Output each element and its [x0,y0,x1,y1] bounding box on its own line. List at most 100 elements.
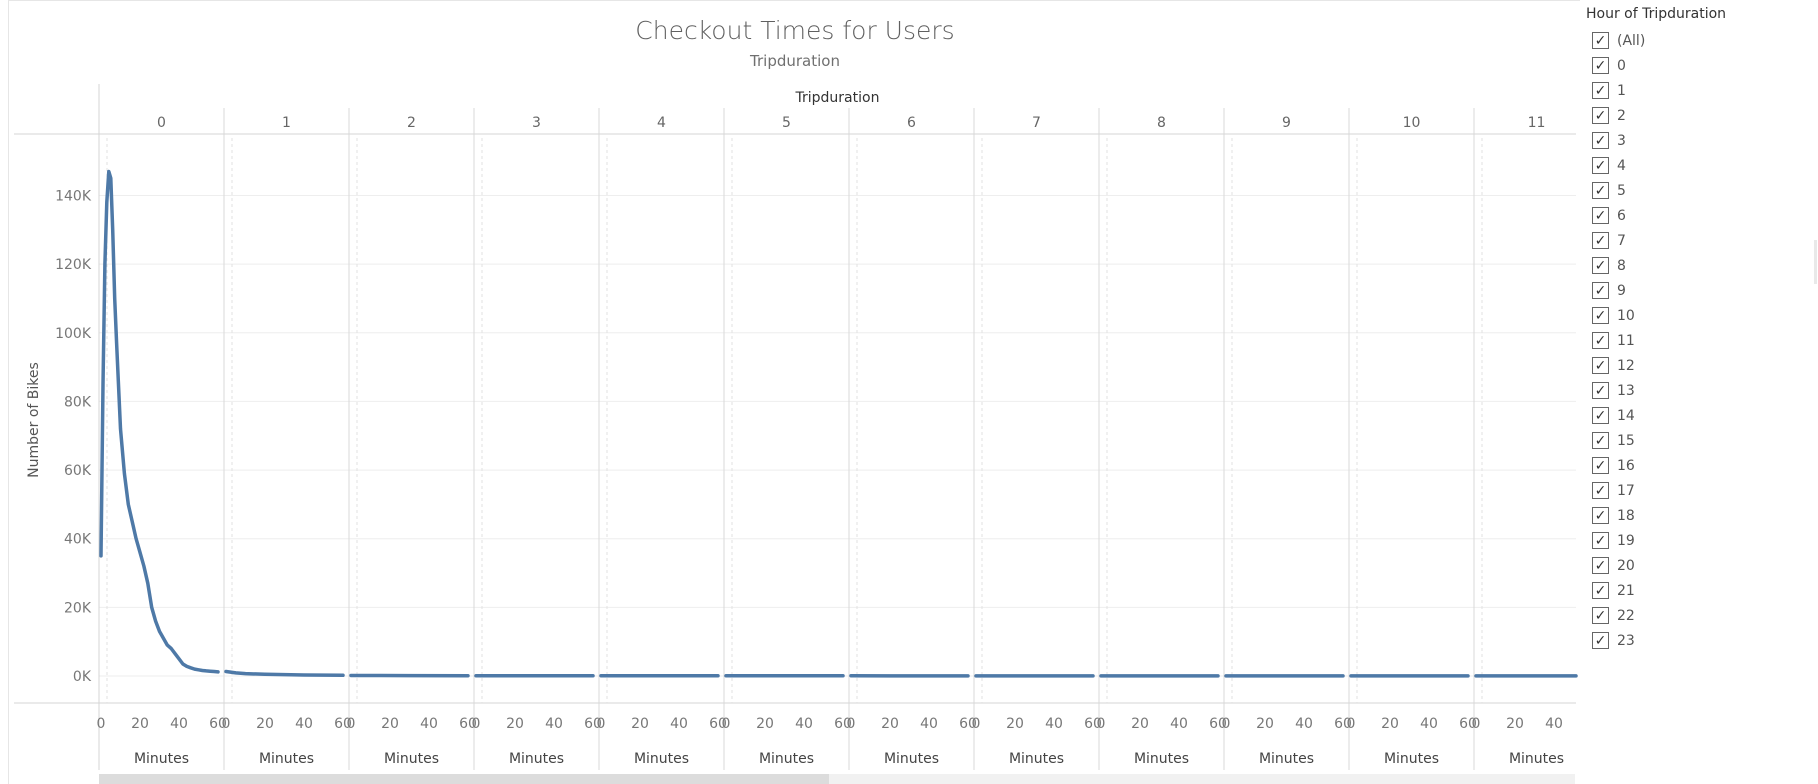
checkbox[interactable]: ✓ [1592,107,1609,124]
checkbox[interactable]: ✓ [1592,332,1609,349]
legend-item[interactable]: ✓ 23 [1586,628,1806,653]
legend-item-label: 0 [1617,57,1626,74]
checkbox[interactable]: ✓ [1592,132,1609,149]
checkbox[interactable]: ✓ [1592,557,1609,574]
legend-item[interactable]: ✓ 13 [1586,378,1806,403]
checkbox[interactable]: ✓ [1592,482,1609,499]
checkbox[interactable]: ✓ [1592,282,1609,299]
legend-item[interactable]: ✓ (All) [1586,28,1806,53]
panel-header: 8 [1157,115,1166,131]
checkbox[interactable]: ✓ [1592,57,1609,74]
checkbox[interactable]: ✓ [1592,532,1609,549]
x-tick-label: 40 [1295,716,1313,732]
x-tick-label: 40 [545,716,563,732]
checkbox[interactable]: ✓ [1592,257,1609,274]
x-tick-label: 40 [920,716,938,732]
x-axis-label: Minutes [884,751,939,767]
legend-item[interactable]: ✓ 11 [1586,328,1806,353]
x-tick-label: 0 [847,716,856,732]
legend-item-label: 13 [1617,382,1635,399]
legend-item[interactable]: ✓ 7 [1586,228,1806,253]
checkmark-icon: ✓ [1594,432,1607,449]
checkmark-icon: ✓ [1594,107,1607,124]
legend-item-label: 16 [1617,457,1635,474]
legend-item[interactable]: ✓ 10 [1586,303,1806,328]
checkbox[interactable]: ✓ [1592,582,1609,599]
legend-item[interactable]: ✓ 3 [1586,128,1806,153]
legend-item[interactable]: ✓ 9 [1586,278,1806,303]
checkbox[interactable]: ✓ [1592,382,1609,399]
legend-item[interactable]: ✓ 18 [1586,503,1806,528]
checkbox[interactable]: ✓ [1592,457,1609,474]
series-line-panel-1 [224,669,345,678]
legend-item[interactable]: ✓ 4 [1586,153,1806,178]
checkmark-icon: ✓ [1594,357,1607,374]
legend-item-label: 9 [1617,282,1626,299]
legend-item[interactable]: ✓ 1 [1586,78,1806,103]
x-tick-label: 0 [1347,716,1356,732]
legend-item[interactable]: ✓ 8 [1586,253,1806,278]
x-tick-label: 20 [131,716,149,732]
scrollbar-thumb[interactable] [99,774,829,784]
checkbox[interactable]: ✓ [1592,232,1609,249]
legend-item[interactable]: ✓ 14 [1586,403,1806,428]
legend-item[interactable]: ✓ 2 [1586,103,1806,128]
legend-item[interactable]: ✓ 19 [1586,528,1806,553]
legend-item[interactable]: ✓ 12 [1586,353,1806,378]
x-tick-label: 0 [347,716,356,732]
legend-item[interactable]: ✓ 6 [1586,203,1806,228]
legend-item[interactable]: ✓ 16 [1586,453,1806,478]
y-tick-label: 140K [55,188,92,204]
y-tick-label: 80K [64,394,92,410]
checkbox[interactable]: ✓ [1592,82,1609,99]
checkbox[interactable]: ✓ [1592,507,1609,524]
checkbox[interactable]: ✓ [1592,32,1609,49]
checkbox[interactable]: ✓ [1592,357,1609,374]
legend-item-label: 23 [1617,632,1635,649]
legend-item[interactable]: ✓ 17 [1586,478,1806,503]
x-tick-label: 20 [1131,716,1149,732]
legend-item[interactable]: ✓ 21 [1586,578,1806,603]
legend-item-label: 15 [1617,432,1635,449]
legend-item-label: 18 [1617,507,1635,524]
checkbox[interactable]: ✓ [1592,182,1609,199]
legend-item-label: 1 [1617,82,1626,99]
x-tick-label: 40 [170,716,188,732]
panel-header: 0 [157,115,166,131]
x-tick-label: 20 [756,716,774,732]
y-axis-label: Number of Bikes [26,362,42,478]
y-tick-label: 60K [64,463,92,479]
legend-title: Hour of Tripduration [1586,6,1727,22]
line-chart: 0K 20K 40K 60K 80K 100K 120K 140K Number of Bike… [14,84,1578,770]
checkbox[interactable]: ✓ [1592,607,1609,624]
legend-item[interactable]: ✓ 22 [1586,603,1806,628]
checkbox[interactable]: ✓ [1592,407,1609,424]
legend-item[interactable]: ✓ 20 [1586,553,1806,578]
legend-item-label: 6 [1617,207,1626,224]
legend-item[interactable]: ✓ 0 [1586,53,1806,78]
checkbox[interactable]: ✓ [1592,307,1609,324]
x-tick-label: 40 [295,716,313,732]
legend-item[interactable]: ✓ 5 [1586,178,1806,203]
y-tick-label: 20K [64,600,92,616]
x-tick-label: 0 [97,716,106,732]
panel-header: 9 [1282,115,1291,131]
panel-header: 10 [1403,115,1421,131]
checkbox[interactable]: ✓ [1592,432,1609,449]
checkbox[interactable]: ✓ [1592,632,1609,649]
checkmark-icon: ✓ [1594,582,1607,599]
checkmark-icon: ✓ [1594,532,1607,549]
x-axis-label: Minutes [1509,751,1564,767]
x-tick-label: 20 [506,716,524,732]
checkmark-icon: ✓ [1594,132,1607,149]
checkbox[interactable]: ✓ [1592,207,1609,224]
y-tick-label: 40K [64,532,92,548]
checkmark-icon: ✓ [1594,207,1607,224]
x-tick-label: 40 [1545,716,1563,732]
legend-item-label: (All) [1617,32,1646,49]
x-tick-label: 20 [1256,716,1274,732]
x-tick-label: 20 [381,716,399,732]
checkbox[interactable]: ✓ [1592,157,1609,174]
legend-item-label: 10 [1617,307,1635,324]
legend-item[interactable]: ✓ 15 [1586,428,1806,453]
